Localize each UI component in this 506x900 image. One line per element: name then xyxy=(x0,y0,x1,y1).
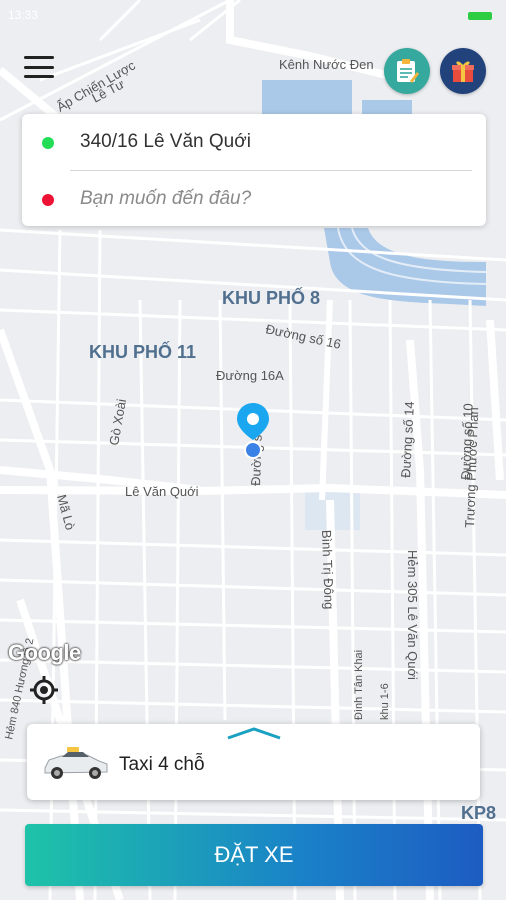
vehicle-selector[interactable]: Taxi 4 chỗ xyxy=(27,724,480,800)
book-ride-label: ĐẶT XE xyxy=(214,842,294,867)
address-card: 340/16 Lê Văn Quới Bạn muốn đến đâu? xyxy=(22,114,486,226)
map-label-hem-305: Hẻm 305 Lê Văn Quới xyxy=(405,550,420,680)
locate-me-icon[interactable] xyxy=(29,675,59,705)
current-location-dot xyxy=(244,441,262,459)
destination-row[interactable]: Bạn muốn đến đâu? xyxy=(22,171,486,227)
pickup-row[interactable]: 340/16 Lê Văn Quới xyxy=(22,114,486,170)
car-icon xyxy=(44,747,108,779)
gift-button[interactable] xyxy=(440,48,486,94)
google-logo: Google xyxy=(8,640,81,665)
map-label-kenh: Kênh Nước Đen xyxy=(279,57,374,72)
vehicle-name: Taxi 4 chỗ xyxy=(119,754,205,775)
destination-input[interactable]: Bạn muốn đến đâu? xyxy=(80,188,251,210)
menu-bar xyxy=(24,65,54,69)
map-label-duong-16a: Đường 16A xyxy=(216,368,284,383)
destination-dot-icon xyxy=(42,194,54,206)
map-label-dinh-tan-khai: Đình Tân Khai xyxy=(353,650,365,720)
chevron-up-icon[interactable] xyxy=(226,726,282,742)
orders-button[interactable] xyxy=(384,48,430,94)
status-time: 13:33 xyxy=(8,8,39,22)
hamburger-menu-icon[interactable] xyxy=(24,56,54,78)
menu-bar xyxy=(24,75,54,78)
map-label-khu-pho-8: KHU PHỐ 8 xyxy=(222,287,320,308)
clipboard-icon xyxy=(397,59,419,83)
pickup-address: 340/16 Lê Văn Quới xyxy=(80,131,251,152)
map-label-khu-pho-11: KHU PHỐ 11 xyxy=(89,341,196,362)
map-label-kp8: KP8 xyxy=(461,803,497,823)
battery-icon xyxy=(468,12,492,20)
map-label-binh-tri-dong: Bình Trị Đông xyxy=(319,530,337,610)
pickup-dot-icon xyxy=(42,137,54,149)
map-label-khu-1-6: khu 1-6 xyxy=(379,683,391,720)
book-ride-button[interactable]: ĐẶT XE xyxy=(25,824,483,886)
map-label-le-van-quoi: Lê Văn Quới xyxy=(125,484,199,499)
menu-bar xyxy=(24,56,54,59)
gift-icon xyxy=(452,61,474,82)
